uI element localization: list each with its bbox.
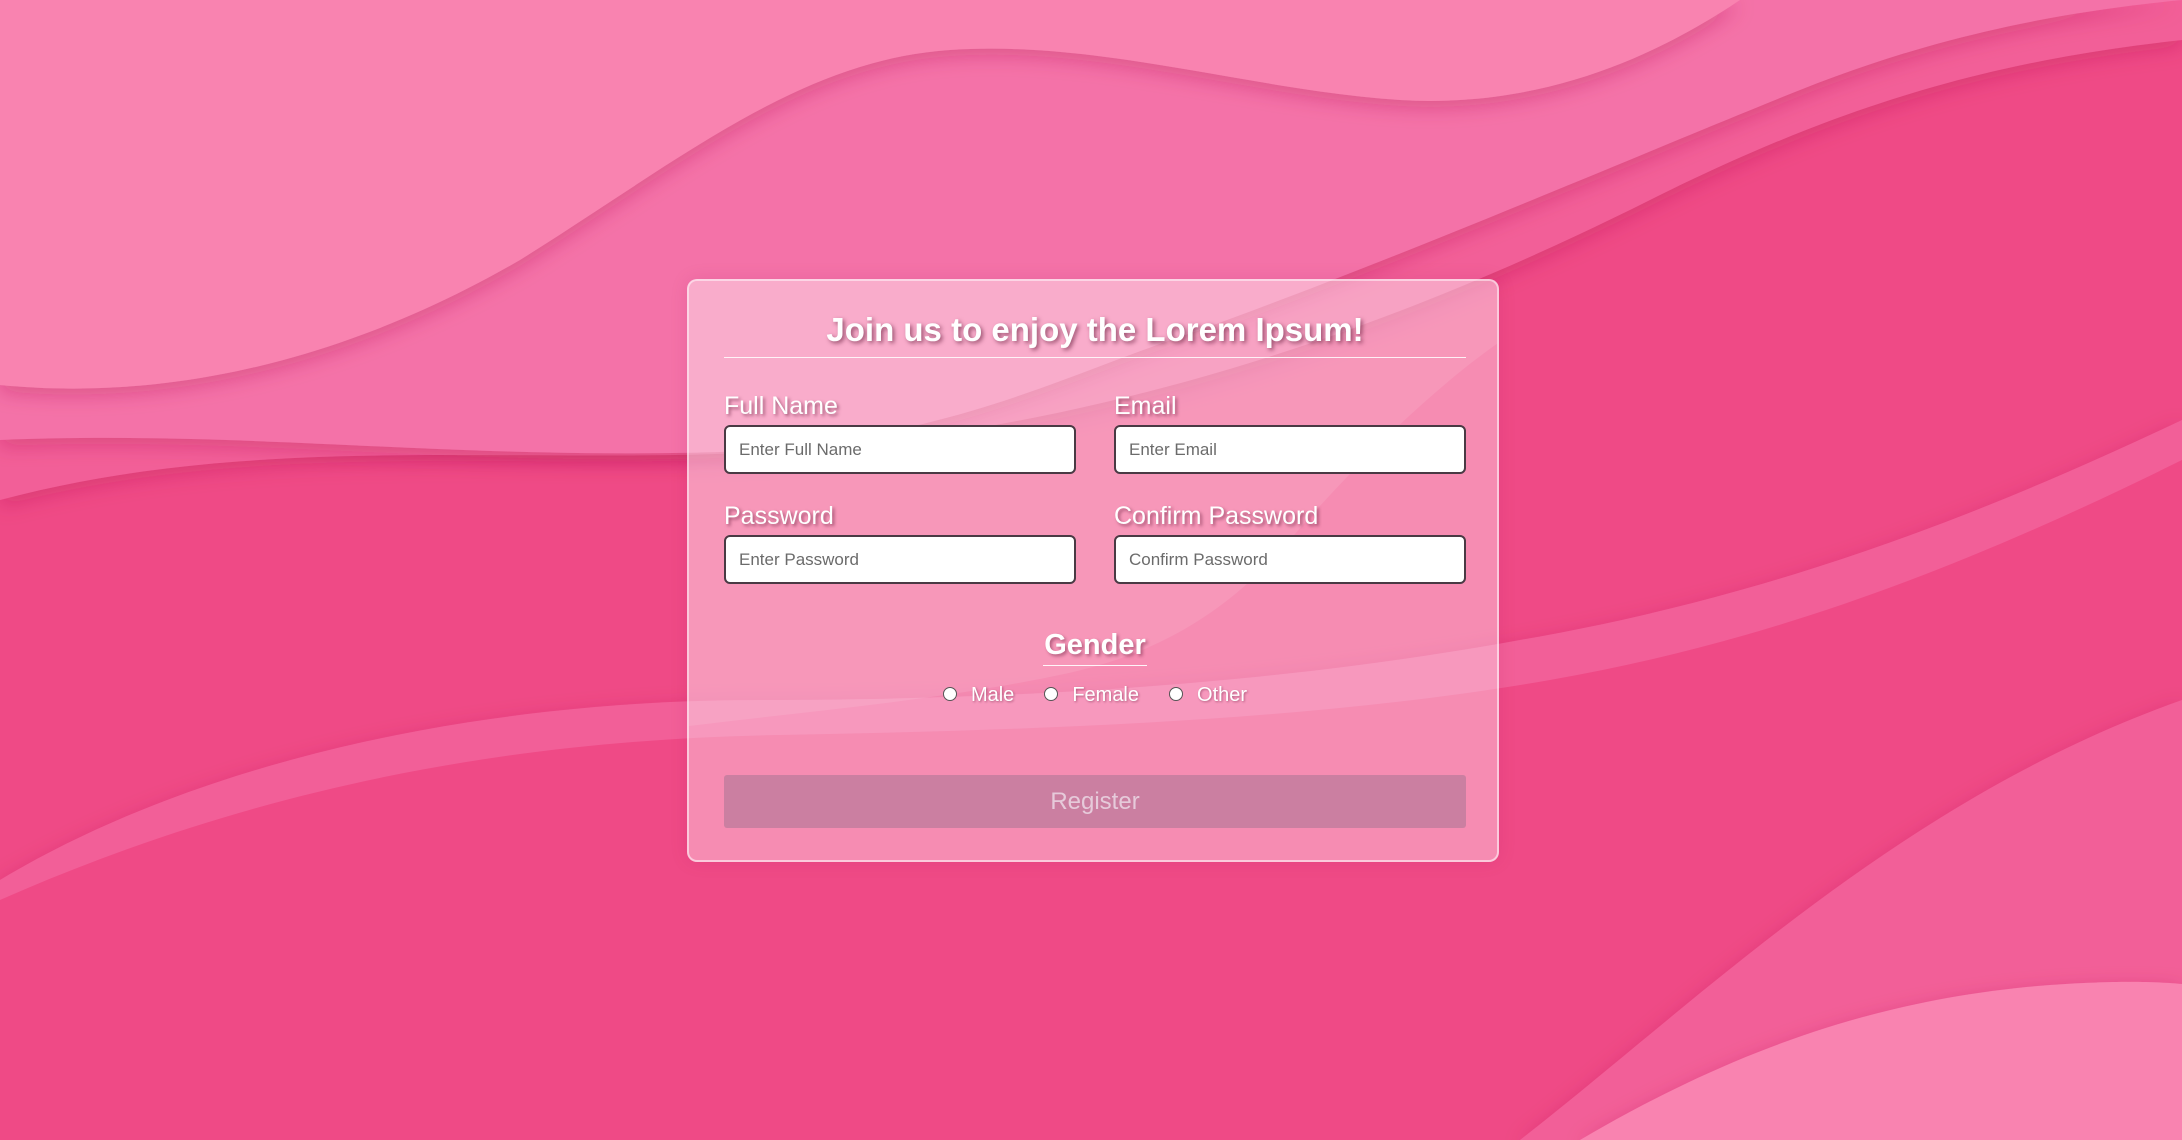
email-input[interactable] xyxy=(1114,425,1466,474)
gender-option-female[interactable]: Female xyxy=(1044,684,1139,707)
confirm-password-field: Confirm Password xyxy=(1114,501,1466,584)
radio-label-female: Female xyxy=(1072,684,1140,706)
radio-female[interactable] xyxy=(1044,686,1059,701)
confirm-password-input[interactable] xyxy=(1114,535,1466,584)
radio-male[interactable] xyxy=(942,686,957,701)
email-label: Email xyxy=(1114,392,1177,420)
gender-option-male[interactable]: Male xyxy=(942,684,1015,707)
gender-underline xyxy=(1043,665,1147,666)
confirm-password-label: Confirm Password xyxy=(1114,502,1319,530)
radio-label-other: Other xyxy=(1197,684,1248,706)
password-field: Password xyxy=(724,501,1076,584)
register-button[interactable]: Register xyxy=(724,775,1466,828)
form-title: Join us to enjoy the Lorem Ipsum! xyxy=(826,311,1364,348)
password-label: Password xyxy=(724,502,834,530)
page-background: Join us to enjoy the Lorem Ipsum! Full N… xyxy=(0,0,2182,1140)
radio-other[interactable] xyxy=(1169,686,1184,701)
full-name-input[interactable] xyxy=(724,425,1076,474)
radio-label-male: Male xyxy=(970,684,1015,706)
full-name-label: Full Name xyxy=(724,392,838,420)
full-name-field: Full Name xyxy=(724,391,1076,474)
registration-card: Join us to enjoy the Lorem Ipsum! Full N… xyxy=(687,279,1499,862)
gender-radio-group: Male Female Other xyxy=(689,684,1497,707)
title-divider xyxy=(724,357,1466,358)
email-field: Email xyxy=(1114,391,1466,474)
password-input[interactable] xyxy=(724,535,1076,584)
gender-title: Gender xyxy=(1044,629,1146,661)
gender-option-other[interactable]: Other xyxy=(1169,684,1247,707)
